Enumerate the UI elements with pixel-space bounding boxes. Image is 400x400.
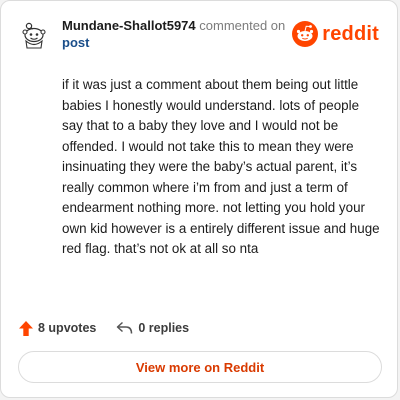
reply-stat[interactable]: 0 replies <box>116 321 189 335</box>
avatar[interactable] <box>17 15 51 49</box>
upvote-stat[interactable]: 8 upvotes <box>19 320 97 336</box>
post-link[interactable]: post <box>62 34 302 51</box>
commented-on-text: commented on <box>199 18 286 33</box>
reply-arrow-icon <box>117 321 133 334</box>
comment-body: if it was just a comment about them bein… <box>62 77 380 256</box>
comment-header: Mundane-Shallot5974 commented on post <box>62 17 302 51</box>
upvote-count: 8 upvotes <box>38 321 97 335</box>
comment-card: Mundane-Shallot5974 commented on post re… <box>0 0 398 398</box>
reddit-wordmark: reddit <box>322 22 379 45</box>
username[interactable]: Mundane-Shallot5974 <box>62 18 196 33</box>
reddit-snoo-icon <box>292 21 319 47</box>
reddit-logo[interactable]: reddit <box>292 21 379 47</box>
comment-footer: 8 upvotes 0 replies <box>19 317 189 339</box>
snoo-avatar-icon <box>17 15 51 49</box>
upvote-arrow-icon <box>19 320 33 336</box>
reply-count: 0 replies <box>138 321 190 335</box>
view-more-button[interactable]: View more on Reddit <box>18 351 382 383</box>
